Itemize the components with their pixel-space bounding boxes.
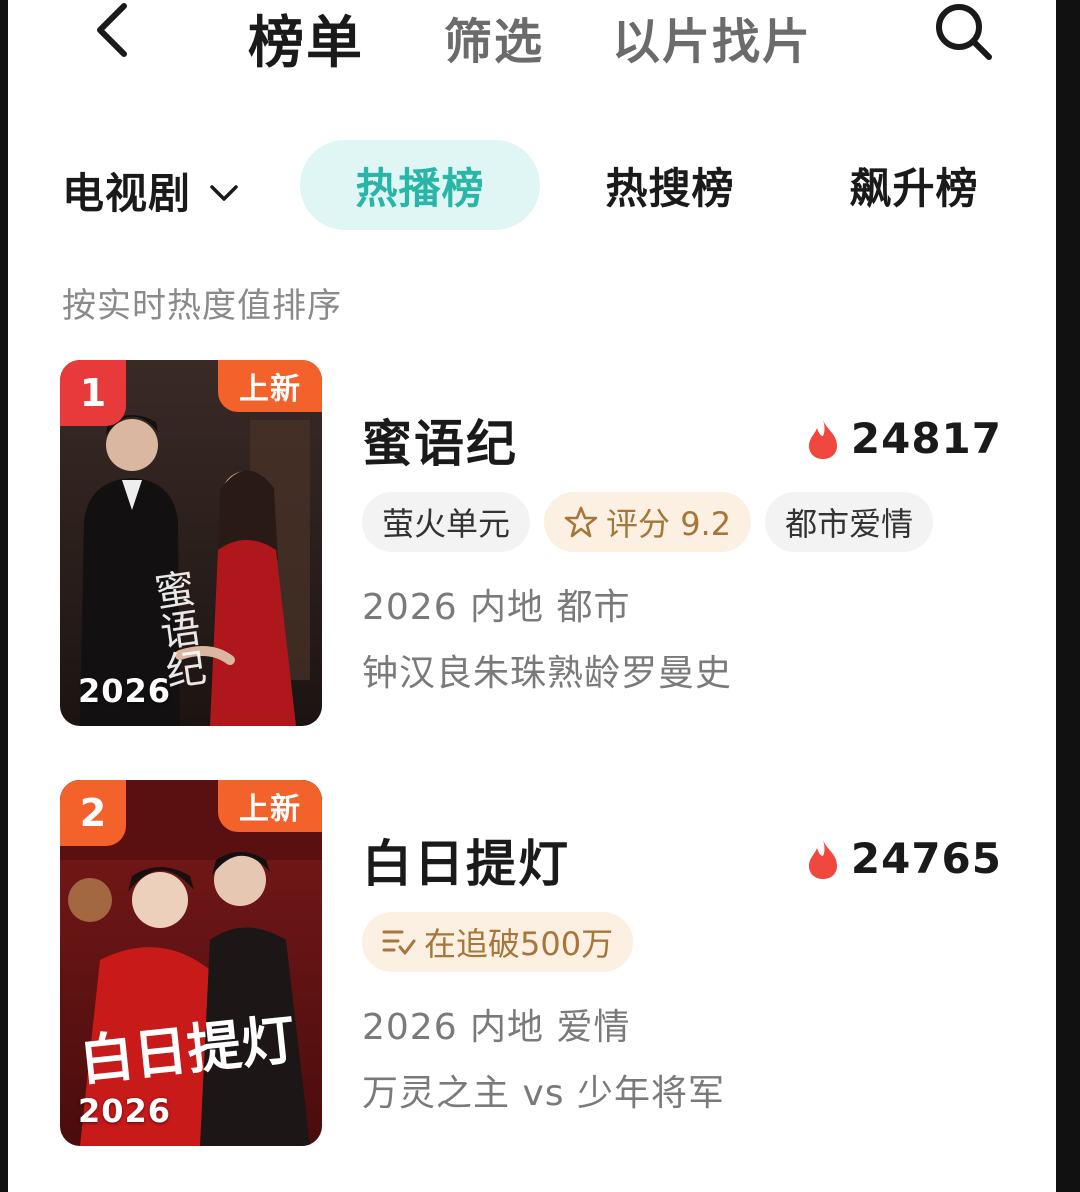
screen-edge-left [0,0,8,1192]
item-meta: 2026 内地 爱情 [362,1007,631,1048]
category-row: 电视剧 热播榜 热搜榜 飙升榜 [8,140,1056,230]
tag-row: 在追破500万 [362,912,634,972]
tag-row: 萤火单元 评分 9.2 都市爱情 [362,492,934,552]
chevron-down-icon [210,184,238,201]
tag-label: 都市爱情 [785,505,914,543]
tab-rising[interactable]: 飙升榜 [814,140,1014,230]
chevron-left-icon [97,3,127,57]
heat-score: 24765 [805,834,1002,883]
star-icon [564,505,598,539]
tab-find-by-clip[interactable]: 以片找片 [612,2,812,72]
search-icon [936,4,992,60]
tag-label: 在追破500万 [424,925,614,963]
category-dropdown-label: 电视剧 [62,169,192,218]
sort-hint: 按实时热度值排序 [62,286,342,326]
tag-rating[interactable]: 评分 9.2 [544,492,752,552]
rank-badge: 2 [60,780,126,846]
heat-score: 24817 [805,414,1002,463]
poster-year: 2026 [78,672,172,710]
tag-firefly-unit[interactable]: 萤火单元 [362,492,531,552]
heat-value: 24817 [850,414,1002,463]
category-dropdown[interactable]: 电视剧 [62,160,239,221]
screen-edge-right [1056,0,1080,1192]
tab-hot-play[interactable]: 热播榜 [300,140,540,230]
item-meta: 2026 内地 都市 [362,587,631,628]
item-description: 万灵之主 vs 少年将军 [362,1073,725,1114]
list-item[interactable]: 蜜语纪 1 上新 2026 蜜语纪 24817 萤火单元 评分 9.2 都市爱情… [8,360,1056,730]
item-description: 钟汉良朱珠熟龄罗曼史 [362,653,733,694]
top-nav: 榜单 筛选 以片找片 [8,0,1056,76]
search-button[interactable] [930,2,998,62]
back-button[interactable] [82,3,142,57]
item-title[interactable]: 白日提灯 [362,824,570,896]
new-badge: 上新 [218,360,322,412]
poster-image[interactable]: 蜜语纪 1 上新 2026 [60,360,322,726]
tab-filter[interactable]: 筛选 [444,2,544,72]
rank-badge: 1 [60,360,126,426]
new-badge: 上新 [218,780,322,832]
tag-label: 评分 9.2 [606,505,732,543]
flame-icon [808,419,837,459]
heat-value: 24765 [850,834,1002,883]
tag-genre[interactable]: 都市爱情 [765,492,934,552]
poster-year: 2026 [78,1092,172,1130]
item-title[interactable]: 蜜语纪 [362,404,518,476]
poster-image[interactable]: 白日提灯 2 上新 2026 [60,780,322,1146]
tab-ranking[interactable]: 榜单 [248,0,364,79]
tag-label: 萤火单元 [382,505,511,543]
list-item[interactable]: 白日提灯 2 上新 2026 白日提灯 24765 在追破500万 2026 内… [8,780,1056,1150]
tag-following-count[interactable]: 在追破500万 [362,912,634,972]
tab-hot-search[interactable]: 热搜榜 [570,140,770,230]
flame-icon [808,839,837,879]
list-check-icon [382,927,416,957]
